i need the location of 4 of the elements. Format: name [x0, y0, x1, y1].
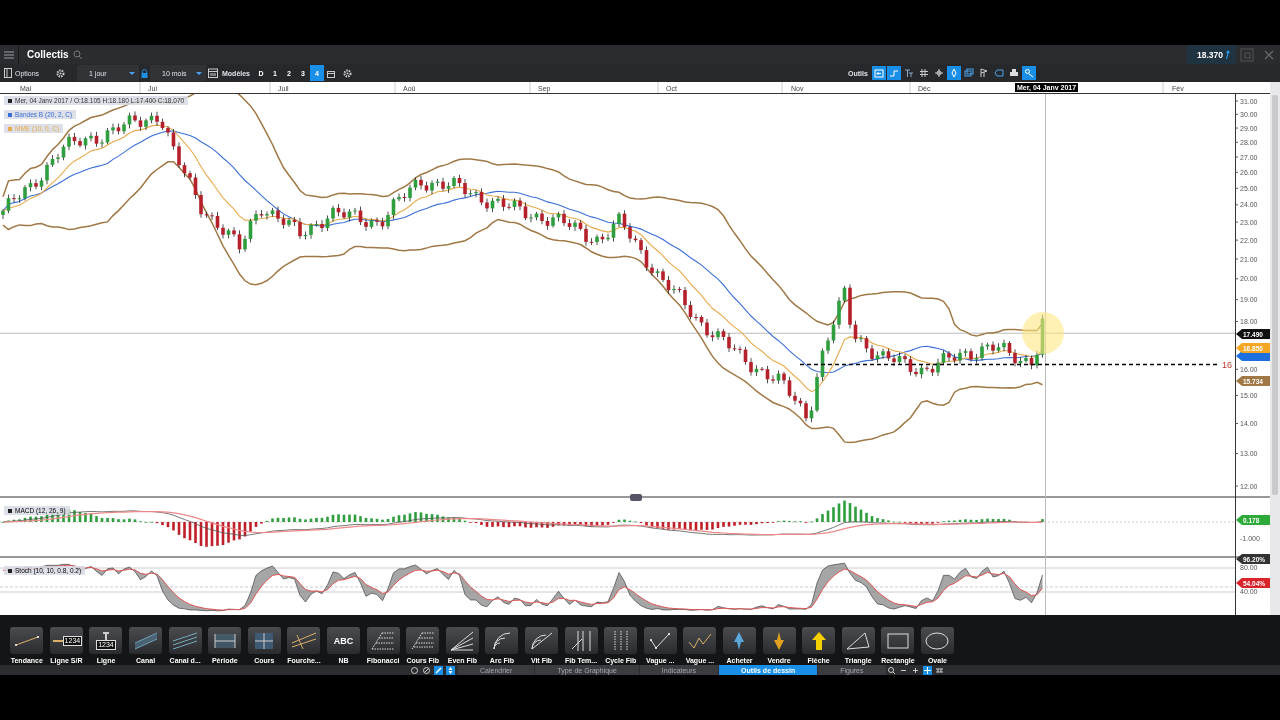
level-label: 16: [1222, 360, 1232, 370]
price-value: 18.370: [1197, 49, 1223, 60]
window-title: Collectis: [27, 49, 69, 60]
tool-icon-text: ABC: [333, 635, 354, 646]
